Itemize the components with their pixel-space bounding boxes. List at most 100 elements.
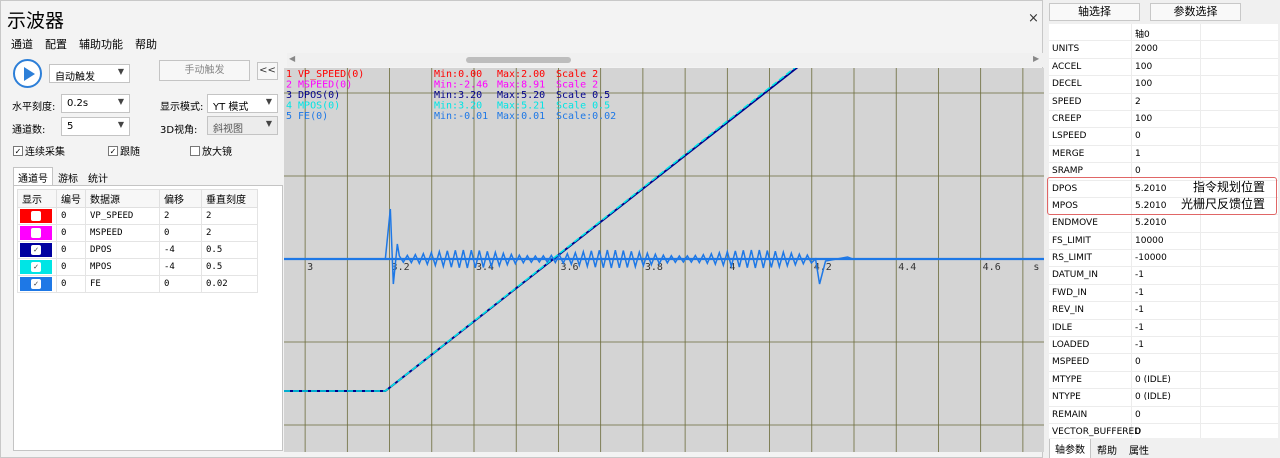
start-capture-button[interactable] bbox=[13, 59, 42, 88]
display-mode-select[interactable]: YT 模式 ▼ bbox=[207, 94, 278, 113]
continuous-checkbox[interactable]: ✓ 连续采集 bbox=[13, 143, 65, 158]
display-mode-value: YT 模式 bbox=[213, 102, 249, 113]
menu-tools[interactable]: 辅助功能 bbox=[79, 36, 123, 52]
param-row[interactable]: SPEED 2 bbox=[1049, 93, 1278, 111]
channel-visible-cell[interactable]: ✓ bbox=[17, 241, 57, 259]
param-row[interactable]: ENDMOVE 5.2010 bbox=[1049, 215, 1278, 233]
empty-box-icon[interactable] bbox=[31, 228, 41, 238]
param-value: 100 bbox=[1135, 79, 1153, 90]
param-value: -1 bbox=[1135, 322, 1144, 333]
param-key: ACCEL bbox=[1052, 61, 1082, 72]
x-tick-label: 3.8 bbox=[645, 262, 663, 273]
param-key: IDLE bbox=[1052, 322, 1073, 333]
param-header-row: 轴0 bbox=[1049, 24, 1278, 42]
param-value: 2000 bbox=[1135, 44, 1158, 55]
legend-scale: Scale 0.5 bbox=[556, 90, 610, 101]
check-icon[interactable]: ✓ bbox=[31, 262, 41, 272]
param-value: -1 bbox=[1135, 305, 1144, 316]
collapse-button[interactable]: << bbox=[257, 62, 278, 80]
param-value: -10000 bbox=[1135, 253, 1167, 264]
h-scale-select[interactable]: 0.2s ▼ bbox=[61, 94, 130, 113]
channels-select[interactable]: 5 ▼ bbox=[61, 117, 130, 136]
channel-visible-cell[interactable] bbox=[17, 207, 57, 225]
param-key: DECEL bbox=[1052, 79, 1082, 90]
bottom-tabs: 轴参数 帮助 属性 bbox=[1049, 439, 1155, 458]
window-title: 示波器 bbox=[7, 10, 65, 32]
param-row[interactable]: REV_IN -1 bbox=[1049, 302, 1278, 320]
table-row[interactable]: ✓ 0 DPOS -4 0.5 bbox=[17, 241, 258, 259]
param-row[interactable]: DATUM_IN -1 bbox=[1049, 267, 1278, 285]
param-key: FWD_IN bbox=[1052, 287, 1087, 298]
legend-min: Min:0.00 bbox=[434, 69, 482, 80]
param-value: -1 bbox=[1135, 340, 1144, 351]
param-key: NTYPE bbox=[1052, 392, 1081, 403]
param-key: SRAMP bbox=[1052, 166, 1083, 177]
channel-scale: 0.5 bbox=[201, 241, 258, 259]
param-row[interactable]: MSPEED 0 bbox=[1049, 354, 1278, 372]
param-row[interactable]: VECTOR_BUFFERED 0 bbox=[1049, 423, 1278, 438]
table-row[interactable]: ✓ 0 FE 0 0.02 bbox=[17, 275, 258, 293]
manual-trigger-button[interactable]: 手动触发 bbox=[159, 60, 250, 81]
legend-scale: Scale:0.02 bbox=[556, 111, 616, 122]
empty-box-icon[interactable] bbox=[31, 211, 41, 221]
check-icon: ✓ bbox=[13, 145, 23, 156]
param-value: 2 bbox=[1135, 96, 1141, 107]
menu-help[interactable]: 帮助 bbox=[135, 36, 157, 52]
scope-plot[interactable]: 3 3.2 3.4 3.6 3.8 4 4.2 4.4 4.6 s 1 VP_SPEED(0) Min… bbox=[284, 68, 1044, 452]
chevron-down-icon: ▼ bbox=[265, 97, 272, 106]
param-row[interactable]: FWD_IN -1 bbox=[1049, 284, 1278, 303]
param-row[interactable]: MTYPE 0 (IDLE) bbox=[1049, 371, 1278, 390]
menu-channel[interactable]: 通道 bbox=[11, 36, 33, 52]
x-tick-label: 3 bbox=[307, 262, 313, 273]
param-select-button[interactable]: 参数选择 bbox=[1150, 3, 1241, 21]
channel-visible-cell[interactable] bbox=[17, 224, 57, 242]
param-row[interactable]: ACCEL 100 bbox=[1049, 58, 1278, 77]
channel-num: 0 bbox=[56, 275, 86, 293]
legend-max: Max:5.21 bbox=[497, 101, 545, 112]
tab-properties[interactable]: 属性 bbox=[1123, 439, 1155, 458]
table-row[interactable]: ✓ 0 MPOS -4 0.5 bbox=[17, 258, 258, 276]
param-row[interactable]: LOADED -1 bbox=[1049, 337, 1278, 355]
axis-column-header: 轴0 bbox=[1135, 30, 1150, 40]
channel-visible-cell[interactable]: ✓ bbox=[17, 275, 57, 293]
table-row[interactable]: 0 VP_SPEED 2 2 bbox=[17, 207, 258, 225]
param-value: 0 bbox=[1135, 166, 1141, 177]
tab-axis-params[interactable]: 轴参数 bbox=[1049, 439, 1091, 458]
param-panel: 轴选择 参数选择 轴0 UNITS 2000 ACCEL 100 DECEL 100 SPE… bbox=[1045, 0, 1280, 458]
param-row[interactable]: IDLE -1 bbox=[1049, 319, 1278, 338]
channel-offset: 2 bbox=[159, 207, 202, 225]
legend-max: Max:8.91 bbox=[497, 80, 545, 91]
table-row[interactable]: 0 MSPEED 0 2 bbox=[17, 224, 258, 242]
channel-visible-cell[interactable]: ✓ bbox=[17, 258, 57, 276]
param-row[interactable]: CREEP 100 bbox=[1049, 110, 1278, 129]
tab-help[interactable]: 帮助 bbox=[1091, 439, 1123, 458]
param-key: MPOS bbox=[1052, 200, 1078, 211]
param-row[interactable]: NTYPE 0 (IDLE) bbox=[1049, 389, 1278, 407]
scroll-left-icon[interactable]: ◀ bbox=[289, 54, 295, 63]
param-key: UNITS bbox=[1052, 44, 1080, 55]
trigger-mode-select[interactable]: 自动触发 ▼ bbox=[49, 64, 130, 83]
param-key: DPOS bbox=[1052, 183, 1078, 194]
param-row[interactable]: FS_LIMIT 10000 bbox=[1049, 232, 1278, 251]
magnifier-checkbox[interactable]: 放大镜 bbox=[190, 143, 232, 158]
horizontal-scrollbar[interactable] bbox=[287, 53, 1043, 67]
param-row[interactable]: UNITS 2000 bbox=[1049, 41, 1278, 59]
param-row[interactable]: REMAIN 0 bbox=[1049, 406, 1278, 424]
axis-select-button[interactable]: 轴选择 bbox=[1049, 3, 1140, 21]
scroll-right-icon[interactable]: ▶ bbox=[1033, 54, 1039, 63]
param-row[interactable]: DECEL 100 bbox=[1049, 76, 1278, 94]
param-row[interactable]: MERGE 1 bbox=[1049, 145, 1278, 164]
menu-config[interactable]: 配置 bbox=[45, 36, 67, 52]
channel-num: 0 bbox=[56, 258, 86, 276]
check-icon[interactable]: ✓ bbox=[31, 279, 41, 289]
param-row[interactable]: RS_LIMIT -10000 bbox=[1049, 250, 1278, 268]
view3d-select[interactable]: 斜视图 ▼ bbox=[207, 116, 278, 135]
param-row[interactable]: LSPEED 0 bbox=[1049, 128, 1278, 146]
check-icon[interactable]: ✓ bbox=[31, 245, 41, 255]
trigger-mode-value: 自动触发 bbox=[55, 72, 95, 83]
follow-checkbox[interactable]: ✓ 跟随 bbox=[108, 143, 140, 158]
close-icon[interactable]: × bbox=[1028, 11, 1039, 26]
param-value: 0 (IDLE) bbox=[1135, 392, 1171, 403]
scrollbar-thumb[interactable] bbox=[466, 57, 571, 63]
channels-value: 5 bbox=[67, 121, 74, 132]
